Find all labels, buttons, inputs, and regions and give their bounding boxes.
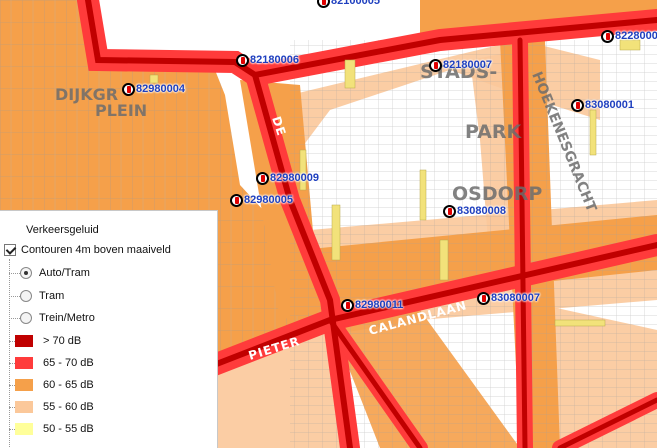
marker-label: 82980011	[355, 299, 404, 311]
legend-class-label: 60 - 65 dB	[43, 379, 94, 391]
marker-83080001[interactable]: 83080001	[571, 98, 634, 112]
marker-label: 83080007	[491, 292, 540, 304]
area-label-park: PARK	[465, 121, 523, 143]
marker-83080007[interactable]: 83080007	[477, 291, 540, 305]
marker-82980004[interactable]: 82980004	[122, 82, 185, 96]
legend-class-label: 50 - 55 dB	[43, 423, 94, 435]
radio-button[interactable]	[20, 267, 32, 279]
layer-toggle[interactable]: Contouren 4m boven maaiveld	[4, 244, 171, 256]
option-label: Auto/Tram	[39, 267, 90, 279]
marker-label: 82980009	[270, 172, 319, 184]
measurement-point-icon	[477, 291, 490, 305]
option-label: Tram	[39, 290, 65, 302]
radio-button[interactable]	[20, 312, 32, 324]
marker-label: 83080001	[585, 99, 634, 111]
legend-swatch	[15, 379, 33, 391]
measurement-point-icon	[341, 298, 354, 312]
marker-82280001[interactable]: 82280001	[601, 29, 657, 43]
area-label-plein: PLEIN	[95, 101, 147, 120]
marker-82180006[interactable]: 82180006	[236, 53, 299, 67]
tree-connector	[9, 259, 10, 448]
legend-class-label: 65 - 70 dB	[43, 357, 94, 369]
option-trein-metro[interactable]: Trein/Metro	[9, 312, 95, 324]
measurement-point-icon	[230, 193, 243, 207]
option-auto-tram[interactable]: Auto/Tram	[9, 267, 90, 279]
marker-82980011[interactable]: 82980011	[341, 298, 403, 312]
legend-class-55-60: 55 - 60 dB	[9, 401, 94, 413]
layer-label: Contouren 4m boven maaiveld	[21, 244, 171, 256]
legend-class-label: > 70 dB	[43, 335, 82, 347]
legend-class-label: 55 - 60 dB	[43, 401, 94, 413]
layer-checkbox[interactable]	[4, 244, 16, 256]
legend-swatch	[15, 357, 33, 369]
marker-label: 82100005	[331, 0, 380, 7]
legend-title: Verkeersgeluid	[26, 224, 99, 236]
radio-button[interactable]	[20, 290, 32, 302]
measurement-point-icon	[122, 82, 135, 96]
measurement-point-icon	[317, 0, 330, 8]
measurement-point-icon	[601, 29, 614, 43]
marker-label: 82980005	[244, 194, 293, 206]
legend-swatch	[15, 423, 33, 435]
option-tram[interactable]: Tram	[9, 290, 64, 302]
legend-panel: Verkeersgeluid Contouren 4m boven maaive…	[0, 210, 218, 448]
measurement-point-icon	[571, 98, 584, 112]
legend-class-gt70: > 70 dB	[9, 335, 81, 347]
measurement-point-icon	[256, 171, 269, 185]
marker-82180007[interactable]: 82180007	[429, 58, 492, 72]
legend-class-60-65: 60 - 65 dB	[9, 379, 94, 391]
measurement-point-icon	[236, 53, 249, 67]
legend-swatch	[15, 335, 33, 347]
marker-82100005[interactable]: 82100005	[317, 0, 380, 8]
marker-83080008[interactable]: 83080008	[443, 204, 506, 218]
area-label-osdorp: OSDORP	[452, 183, 542, 205]
marker-82980005[interactable]: 82980005	[230, 193, 293, 207]
marker-label: 82180007	[443, 59, 492, 71]
marker-label: 82980004	[136, 83, 185, 95]
option-label: Trein/Metro	[39, 312, 95, 324]
marker-82980009[interactable]: 82980009	[256, 171, 319, 185]
measurement-point-icon	[429, 58, 442, 72]
marker-label: 82180006	[250, 54, 299, 66]
marker-label: 82280001	[615, 30, 657, 42]
legend-class-65-70: 65 - 70 dB	[9, 357, 94, 369]
measurement-point-icon	[443, 204, 456, 218]
legend-swatch	[15, 401, 33, 413]
marker-label: 83080008	[457, 205, 506, 217]
legend-class-50-55: 50 - 55 dB	[9, 423, 94, 435]
